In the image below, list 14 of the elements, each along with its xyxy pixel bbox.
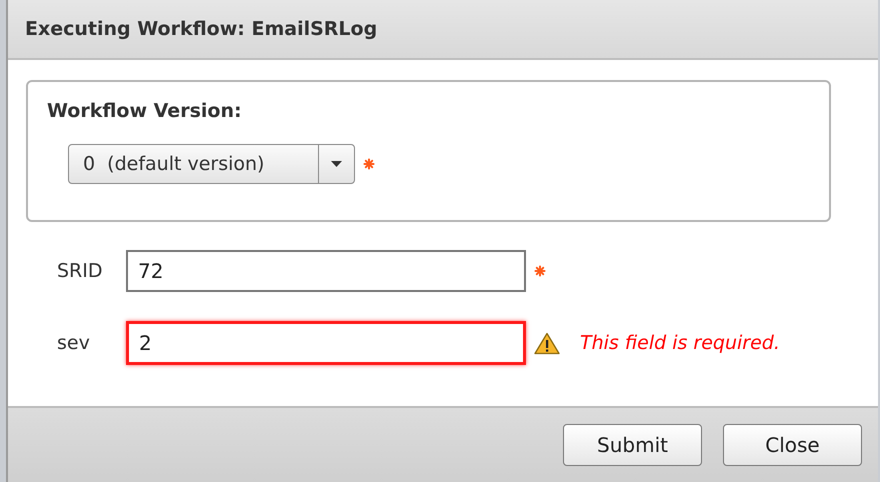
field-label: sev — [56, 332, 91, 354]
field-label: SRID — [56, 260, 104, 282]
version-label: Workflow Version: — [47, 100, 242, 122]
window-title: Executing Workflow: EmailSRLog — [25, 18, 378, 40]
error-message: This field is required. — [580, 332, 780, 354]
required-icon — [534, 265, 546, 277]
version-dropdown[interactable]: 0 (default version) — [68, 144, 355, 184]
input-field[interactable]: 2 — [126, 321, 526, 365]
input-field[interactable]: 72 — [126, 250, 526, 292]
warning-icon — [534, 332, 560, 354]
dialog-button[interactable]: Close — [723, 424, 862, 466]
required-icon — [363, 158, 375, 170]
dialog-button[interactable]: Submit — [563, 424, 702, 466]
caret-icon — [331, 161, 342, 167]
